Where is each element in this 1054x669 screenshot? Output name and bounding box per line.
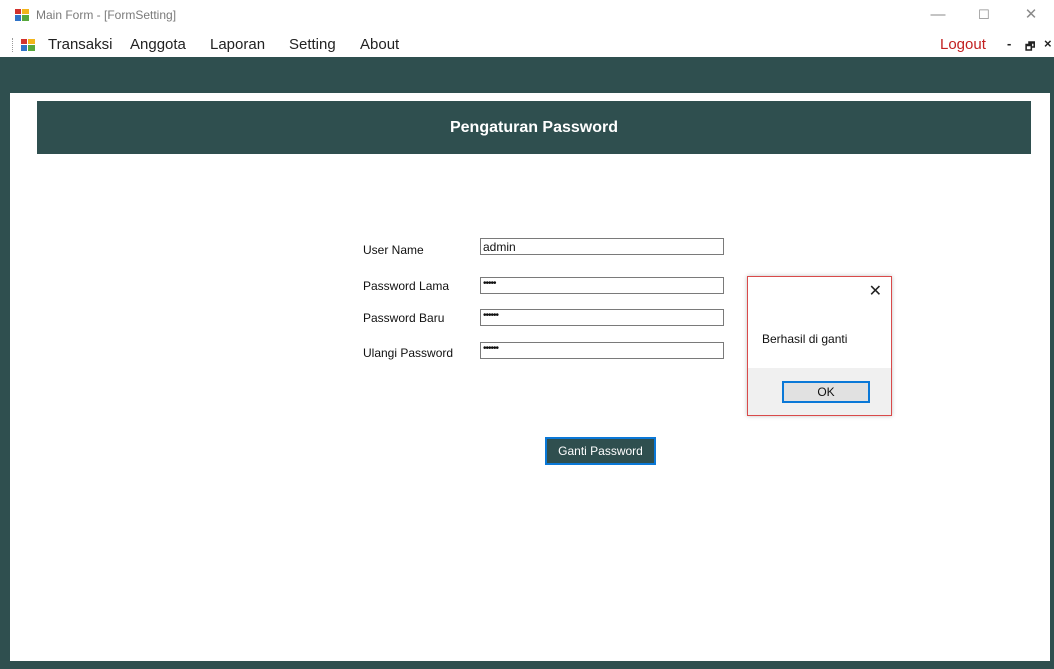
minimize-button[interactable]: — [915, 0, 961, 32]
menu-anggota[interactable]: Anggota [130, 36, 186, 53]
menu-laporan[interactable]: Laporan [210, 36, 265, 53]
confirm-password-label: Ulangi Password [363, 346, 454, 360]
maximize-button[interactable]: ☐ [961, 0, 1007, 32]
message-box-footer: OK [748, 368, 891, 415]
close-icon[interactable]: ✕ [869, 281, 882, 301]
page-title: Pengaturan Password [449, 119, 619, 136]
menu-transaksi[interactable]: Transaksi [48, 36, 112, 53]
username-label: User Name [363, 243, 424, 257]
menu-bar: Transaksi Anggota Laporan Setting About … [0, 33, 1054, 57]
header-band: Pengaturan Password [37, 101, 1031, 154]
message-box-dialog: ✕ Berhasil di ganti OK [747, 276, 892, 416]
logout-menu-item[interactable]: Logout [940, 36, 986, 53]
ok-button[interactable]: OK [782, 381, 870, 403]
mdi-restore-icon[interactable]: 🗗 [1025, 38, 1035, 57]
window-title: Main Form - [FormSetting] [36, 8, 177, 22]
ganti-password-button[interactable]: Ganti Password [545, 437, 656, 465]
mdi-child-icon[interactable] [21, 39, 35, 51]
menu-setting[interactable]: Setting [289, 36, 336, 53]
message-text: Berhasil di ganti [762, 332, 848, 346]
old-password-label: Password Lama [363, 279, 450, 293]
mdi-minimize-button[interactable]: - [1007, 36, 1011, 51]
menu-grip-icon [12, 38, 15, 52]
username-field[interactable]: admin [480, 238, 724, 255]
menu-about[interactable]: About [360, 36, 399, 53]
old-password-field[interactable]: ••••• [480, 277, 724, 294]
app-form-icon [15, 9, 29, 21]
confirm-password-field[interactable]: •••••• [480, 342, 724, 359]
close-window-button[interactable]: ✕ [1008, 0, 1054, 32]
new-password-label: Password Baru [363, 311, 445, 325]
mdi-close-button[interactable]: × [1044, 36, 1052, 51]
form-setting-panel: Pengaturan Password User Name admin Pass… [10, 93, 1050, 661]
window-titlebar: Main Form - [FormSetting] — ☐ ✕ [0, 0, 1054, 33]
new-password-field[interactable]: •••••• [480, 309, 724, 326]
